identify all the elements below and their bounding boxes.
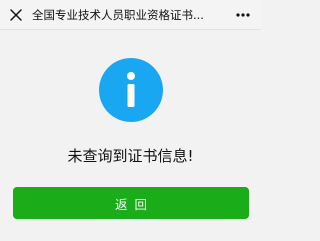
close-icon xyxy=(10,9,22,21)
info-icon xyxy=(99,58,163,122)
status-message: 未查询到证书信息! xyxy=(67,147,194,165)
more-button[interactable] xyxy=(234,7,252,23)
close-button[interactable] xyxy=(8,7,24,23)
back-button[interactable]: 返回 xyxy=(13,187,249,219)
more-horizontal-icon xyxy=(236,13,250,17)
title-bar: 全国专业技术人员职业资格证书... xyxy=(0,0,261,30)
page-title: 全国专业技术人员职业资格证书... xyxy=(32,8,204,22)
